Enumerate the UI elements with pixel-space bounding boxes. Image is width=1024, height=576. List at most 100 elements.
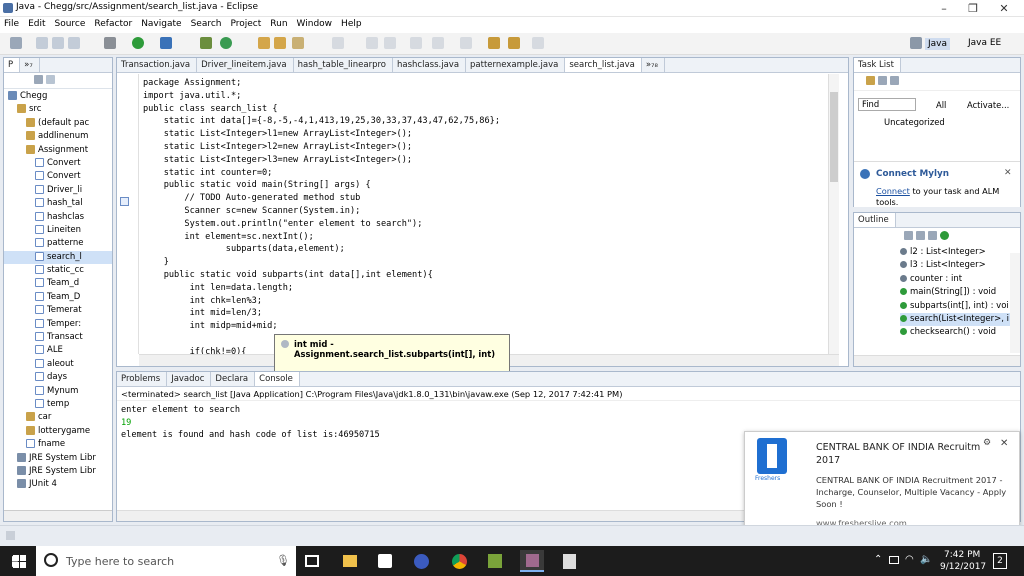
menu-file[interactable]: File [0,17,24,29]
coverage-icon[interactable] [160,37,172,49]
task-find-input[interactable]: Find [858,98,916,111]
outline-hscrollbar[interactable] [854,355,1020,366]
explorer-item[interactable]: patterne [4,237,112,250]
print-icon[interactable] [68,37,80,49]
menu-edit[interactable]: Edit [24,17,50,29]
explorer-item[interactable]: days [4,371,112,384]
prev-annotation-icon[interactable] [460,37,472,49]
explorer-item[interactable]: hashclas [4,211,112,224]
new-icon[interactable] [10,37,22,49]
explorer-item[interactable]: Mynum [4,385,112,398]
mylyn-connect-link[interactable]: Connect [876,186,910,196]
link-editor-icon[interactable] [46,75,55,84]
collapse-all-icon[interactable] [34,75,43,84]
open-perspective-icon[interactable] [910,37,922,49]
notification-settings-icon[interactable]: ⚙ [983,438,991,448]
next-annotation-icon[interactable] [432,37,444,49]
new-class-icon[interactable] [220,37,232,49]
bottom-tab[interactable]: Declara [211,372,256,386]
run-icon[interactable] [132,37,144,49]
task-view-icon[interactable] [305,555,319,567]
explorer-item[interactable]: Convert [4,170,112,183]
tab-overflow[interactable]: »₇ [20,58,40,72]
outline-item[interactable]: counter : int [900,273,1020,286]
clock-time[interactable]: 7:42 PM [944,550,980,560]
explorer-item[interactable]: Team_d [4,277,112,290]
explorer-item[interactable]: Temerat [4,304,112,317]
menu-window[interactable]: Window [293,17,338,29]
forward-icon[interactable] [532,37,544,49]
network-icon[interactable]: ◠ [905,554,914,565]
minimize-button[interactable]: – [929,0,959,17]
menu-project[interactable]: Project [226,17,266,29]
editor-tab[interactable]: patternexample.java [466,58,566,72]
menu-help[interactable]: Help [337,17,367,29]
java-perspective-button[interactable]: Java [925,38,951,50]
categorize-icon[interactable] [878,76,887,85]
menu-navigate[interactable]: Navigate [137,17,186,29]
chrome-icon[interactable] [452,554,467,569]
file-explorer-icon[interactable] [343,555,357,567]
open-task-icon[interactable] [274,37,286,49]
outline-vscrollbar[interactable] [1010,253,1020,353]
new-task-icon[interactable] [866,76,875,85]
explorer-item[interactable]: addlinenum [4,130,112,143]
editor-vscrollbar[interactable] [828,74,839,354]
clock-date[interactable]: 9/12/2017 [940,562,986,572]
explorer-item[interactable]: temp [4,398,112,411]
explorer-item[interactable]: Lineiten [4,224,112,237]
close-button[interactable]: ✕ [989,0,1019,17]
explorer-item[interactable]: JRE System Libr [4,452,112,465]
bottom-tab[interactable]: Javadoc [167,372,212,386]
save-icon[interactable] [36,37,48,49]
action-center-icon[interactable]: 2 [993,553,1007,569]
outline-item[interactable]: search(List<Integer>, i [900,312,1020,327]
tab-package-explorer[interactable]: P [4,58,21,72]
microphone-icon[interactable]: 🎙 [276,554,290,567]
store-icon[interactable] [378,554,392,568]
fast-view-icon[interactable] [6,531,15,540]
outline-item[interactable]: checksearch() : void [900,326,1020,339]
explorer-item[interactable]: hash_tal [4,197,112,210]
notepad-icon[interactable] [488,554,502,568]
javaee-perspective-button[interactable]: Java EE [968,38,1001,48]
outline-item[interactable]: main(String[]) : void [900,286,1020,299]
annotation-icon[interactable] [332,37,344,49]
explorer-item[interactable]: (default pac [4,117,112,130]
debug-icon[interactable] [104,37,116,49]
explorer-hscrollbar[interactable] [4,510,112,521]
bottom-tab[interactable]: Problems [117,372,168,386]
last-edit-icon[interactable] [488,37,500,49]
tab-task-list[interactable]: Task List [854,58,901,72]
filter-icon[interactable] [890,76,899,85]
explorer-item[interactable]: Driver_li [4,184,112,197]
show-whitespace-icon[interactable] [410,37,422,49]
explorer-item[interactable]: Chegg [4,90,112,103]
editor-scroll-thumb[interactable] [830,92,838,182]
maximize-button[interactable]: ❐ [958,0,988,17]
outline-item[interactable]: l3 : List<Integer> [900,259,1020,272]
outline-item[interactable]: l2 : List<Integer> [900,246,1020,259]
notification-close-button[interactable]: ✕ [1000,438,1008,449]
eclipse-taskbar-icon[interactable] [414,554,429,569]
code-editor[interactable]: package Assignment; import java.util.*; pu… [143,77,833,354]
task-filter-all[interactable]: All [936,100,946,110]
explorer-item[interactable]: ALE [4,344,112,357]
hide-fields-icon[interactable] [916,231,925,240]
menu-source[interactable]: Source [51,17,91,29]
explorer-item[interactable]: JUnit 4 [4,478,112,491]
hide-nonpublic-icon[interactable] [940,231,949,240]
sort-icon[interactable] [904,231,913,240]
task-category-uncategorized[interactable]: Uncategorized [884,117,945,127]
taskbar-search-box[interactable]: Type here to search 🎙 [36,546,296,576]
explorer-item[interactable]: lotterygame [4,425,112,438]
mylyn-close-button[interactable]: ✕ [1004,168,1012,178]
menu-search[interactable]: Search [187,17,227,29]
editor-tab[interactable]: hashclass.java [393,58,467,72]
open-type-icon[interactable] [258,37,270,49]
volume-icon[interactable]: 🔈 [920,554,932,565]
menu-refactor[interactable]: Refactor [90,17,137,29]
editor-tab[interactable]: Driver_lineitem.java [197,58,294,72]
explorer-item[interactable]: Convert [4,157,112,170]
editor-tab[interactable]: Transaction.java [117,58,198,72]
